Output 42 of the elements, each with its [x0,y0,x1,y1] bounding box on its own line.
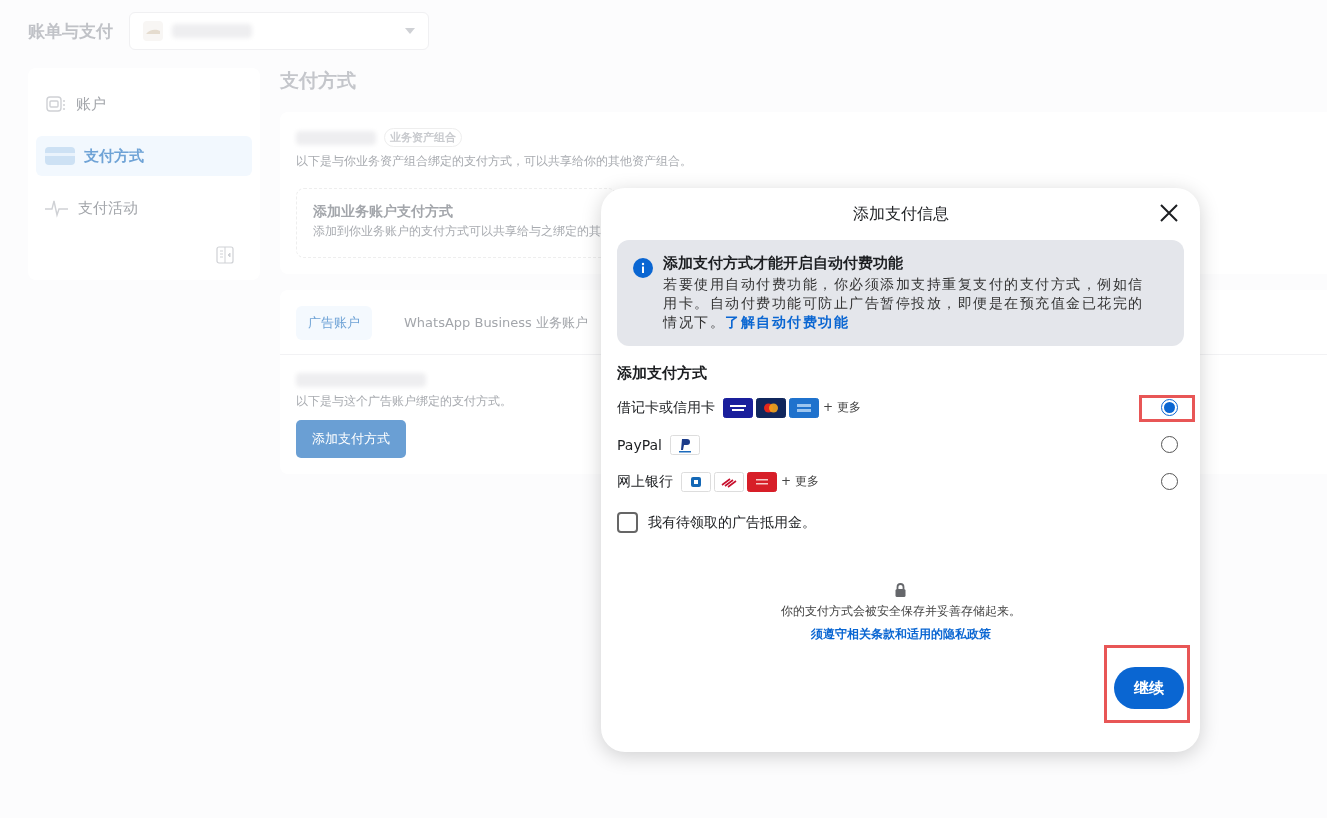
payment-option-label: 网上银行 [617,472,673,491]
sidebar-item[interactable]: 支付活动 [36,188,252,228]
section-title: 支付方式 [280,68,357,93]
notice-text: 若要使用自动付费功能，你必须添加支持重复支付的支付方式，例如信用卡。自动付费功能可防止广告暂停投放，即便是在预充值金已花完的情况下。了解自动付费功能 [663,275,1145,332]
sidebar-item[interactable]: 支付方式 [36,136,252,176]
dialog-title: 添加支付信息 [852,203,949,225]
wallet-icon [44,93,68,115]
panel-description: 添加到你业务账户的支付方式可以共享给与之绑定的其 [313,223,601,240]
card-brand-logo [723,397,753,418]
bank-logo [747,471,777,492]
continue-button[interactable]: 继续 [1114,667,1184,709]
bank-logo [681,471,711,492]
caret-icon [404,27,416,35]
more-text: + 更多 [823,399,861,416]
business-logo-icon [142,20,164,42]
page-title: 账单与支付 [28,19,113,43]
card-description: 以下是与这个广告账户绑定的支付方式。 [296,393,512,410]
sidebar-item[interactable]: 账户 [36,84,252,124]
checkbox-label: 我有待领取的广告抵用金。 [648,513,816,532]
security-note: 你的支付方式会被安全保存并妥善存储起来。 [780,603,1021,620]
learn-more-link[interactable]: 了解自动付费功能 [725,314,849,330]
paypal-logo [669,434,700,455]
close-button[interactable] [1158,202,1180,224]
bank-logo [714,471,744,492]
terms-link[interactable]: 须遵守相关条款和适用的隐私政策 [810,626,991,643]
lock-icon [895,583,906,597]
card-description: 以下是与你业务资产组合绑定的支付方式，可以共享给你的其他资产组合。 [296,153,692,170]
credit-card-icon [44,146,76,166]
info-icon [633,258,653,278]
panel-title: 添加业务账户支付方式 [313,203,454,221]
more-text: + 更多 [781,473,819,490]
card-brand-logo [789,397,819,418]
section-heading: 添加支付方式 [617,364,708,383]
card-brand-logo [756,397,786,418]
account-tab[interactable]: WhatsApp Business 业务账户 [392,306,600,340]
pulse-icon [44,198,70,218]
add-payment-button[interactable]: 添加支付方式 [296,420,406,458]
payment-option-label: PayPal [617,436,662,453]
checkbox[interactable] [617,512,638,533]
payment-option-label: 借记卡或信用卡 [617,398,715,417]
account-tab[interactable]: 广告账户 [296,306,372,340]
notice-title: 添加支付方式才能开启自动付费功能 [663,254,904,273]
